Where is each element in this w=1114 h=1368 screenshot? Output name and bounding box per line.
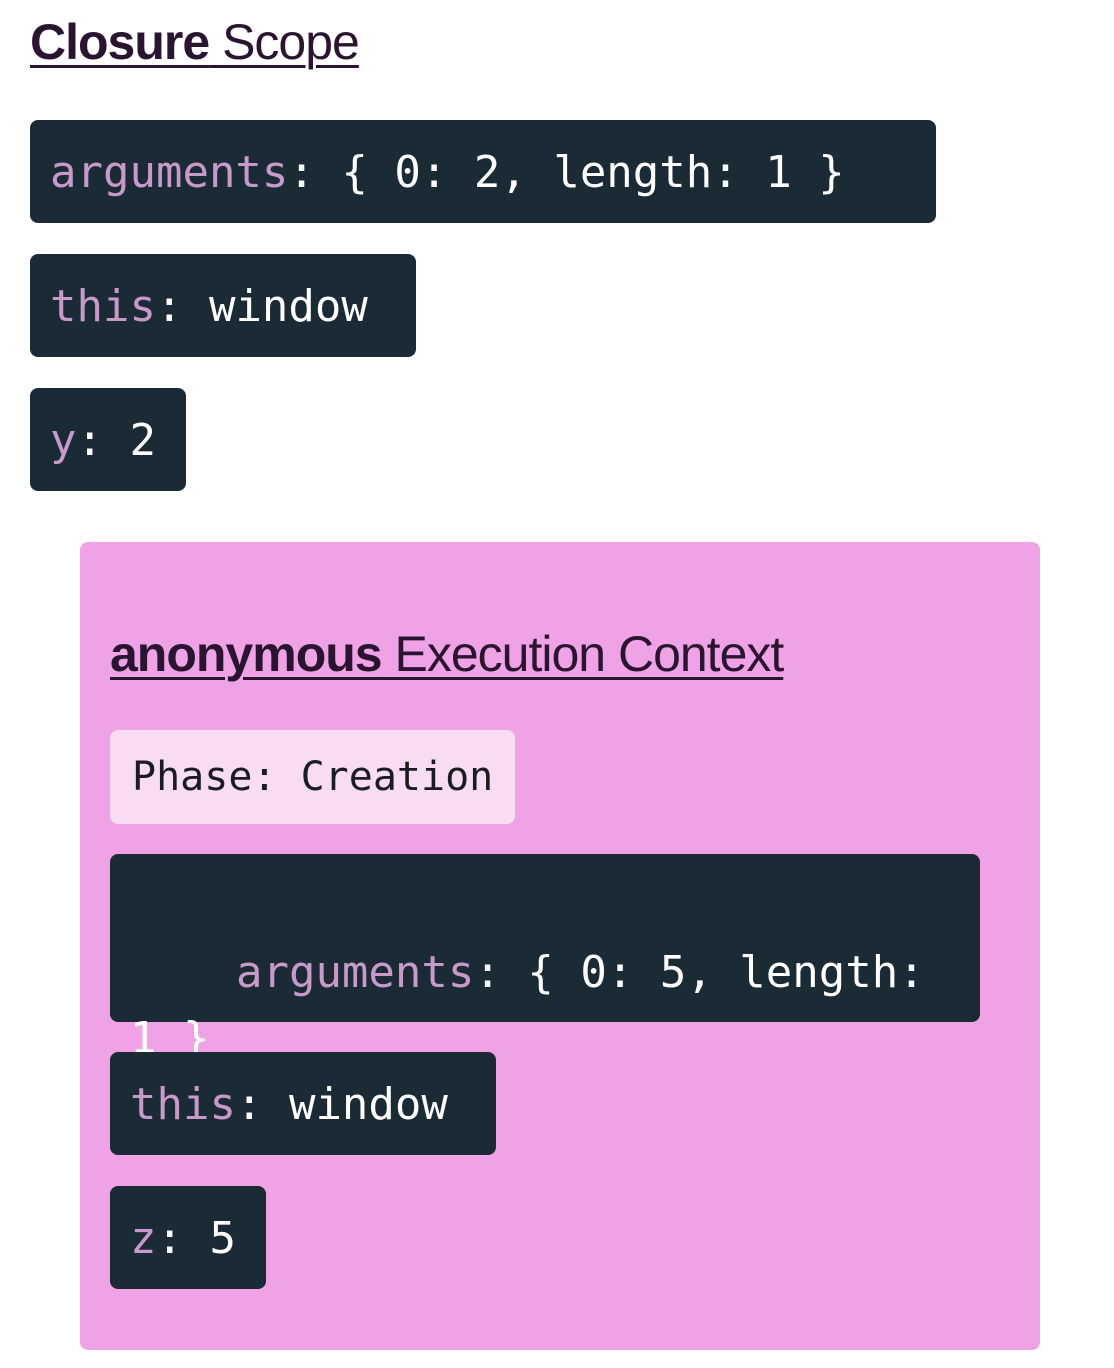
closure-var-y: y: 2 bbox=[30, 388, 186, 491]
phase-badge: Phase: Creation bbox=[110, 730, 516, 824]
var-key: arguments bbox=[50, 147, 289, 198]
context-var-this: this: window bbox=[110, 1052, 496, 1155]
closure-scope-title[interactable]: Closure Scope bbox=[30, 14, 360, 70]
execution-context-title-light: Execution Context bbox=[381, 626, 784, 682]
var-value: : window bbox=[235, 1079, 448, 1130]
var-key: arguments bbox=[235, 947, 475, 998]
closure-var-arguments: arguments: { 0: 2, length: 1 } bbox=[30, 120, 936, 223]
closure-scope-title-light: Scope bbox=[209, 14, 360, 70]
var-key: this bbox=[50, 281, 156, 332]
var-value: : 5 bbox=[156, 1213, 236, 1264]
context-var-arguments: arguments: { 0: 5, length: 1 } bbox=[110, 854, 980, 1064]
execution-context-panel: anonymous Execution Context Phase: Creat… bbox=[80, 542, 1040, 1350]
closure-scope-title-strong: Closure bbox=[30, 14, 210, 70]
var-value: : window bbox=[155, 281, 368, 332]
var-key: y bbox=[50, 415, 77, 466]
var-value: : 2 bbox=[76, 415, 156, 466]
closure-var-this: this: window bbox=[30, 254, 416, 357]
context-var-z: z: 5 bbox=[110, 1186, 266, 1289]
execution-context-title[interactable]: anonymous Execution Context bbox=[110, 626, 784, 682]
var-key: this bbox=[130, 1079, 236, 1130]
execution-context-title-strong: anonymous bbox=[110, 626, 383, 682]
var-value: : { 0: 2, length: 1 } bbox=[288, 147, 845, 198]
var-key: z bbox=[130, 1213, 157, 1264]
